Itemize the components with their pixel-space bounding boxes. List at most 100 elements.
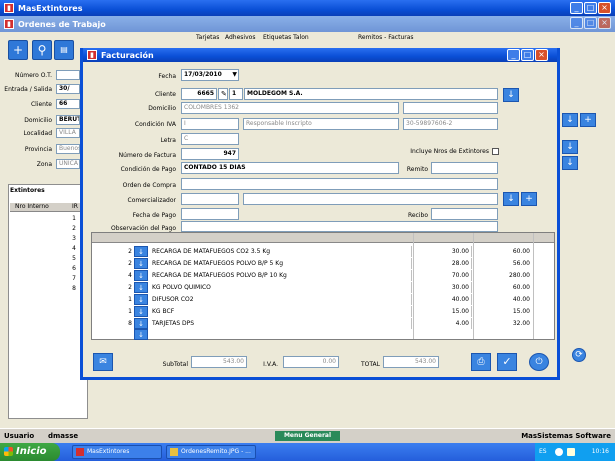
fact-minimize-button[interactable]: _ — [507, 49, 520, 61]
tab-extintores[interactable]: Extintores — [10, 187, 45, 194]
ot-maximize-button[interactable]: □ — [584, 17, 597, 29]
total-field[interactable]: 543.00 — [383, 356, 439, 368]
cliente-nombre-field[interactable]: MOLDEGOM S.A. — [244, 88, 498, 100]
table-row[interactable]: 1 ↓ DIFUSOR CO2 40.00 40.00 — [92, 294, 554, 305]
orden-compra-field[interactable] — [181, 178, 498, 190]
list-item[interactable]: 3 — [10, 235, 76, 243]
numero-factura-field[interactable]: 947 — [181, 148, 239, 160]
tab-tarjetas[interactable]: Tarjetas — [196, 34, 219, 41]
fecha-picker[interactable]: 17/03/2010 ▼ — [181, 69, 239, 81]
table-row[interactable]: ↓ — [92, 329, 554, 340]
ot-minimize-button[interactable]: _ — [570, 17, 583, 29]
search-icon[interactable]: ⚲ — [32, 40, 52, 60]
table-row[interactable]: 2 ↓ KG POLVO QUIMICO 30.00 60.00 — [92, 282, 554, 293]
tab-adhesivos[interactable]: Adhesivos — [225, 34, 255, 41]
list-item[interactable]: 4 — [10, 245, 76, 253]
domicilio-field[interactable]: COLOMBRES 1362 — [181, 102, 399, 114]
cell-tot: 56.00 — [512, 260, 530, 267]
chevron-down-icon[interactable]: ▼ — [232, 70, 237, 80]
incluye-checkbox[interactable] — [492, 148, 499, 155]
table-row[interactable]: 8 ↓ TARJETAS DPS 4.00 32.00 — [92, 318, 554, 329]
exit-icon[interactable]: ⏻ — [529, 353, 549, 371]
list-item[interactable]: 6 — [10, 265, 76, 273]
down-arrow-icon[interactable]: ↓ — [134, 306, 148, 317]
ot-close-button[interactable]: × — [598, 17, 611, 29]
document-icon[interactable]: ▤ — [54, 40, 74, 60]
image-icon — [170, 448, 178, 456]
minimize-button[interactable]: _ — [570, 2, 583, 14]
observacion-field[interactable] — [181, 221, 498, 232]
down-arrow-icon[interactable]: ↓ — [134, 318, 148, 329]
ir-header: IR — [72, 203, 78, 210]
mail-icon[interactable]: ✉ — [93, 353, 113, 371]
down-arrow-icon[interactable]: ↓ — [134, 258, 148, 269]
fact-close-button[interactable]: × — [535, 49, 548, 61]
language-indicator[interactable]: ES — [539, 443, 547, 461]
remito-field[interactable] — [431, 162, 498, 174]
plus-icon[interactable]: + — [580, 113, 596, 127]
cell-tot: 60.00 — [512, 284, 530, 291]
plus-icon[interactable]: + — [521, 192, 537, 206]
down-arrow-icon[interactable]: ↓ — [503, 192, 519, 206]
task-ordenesremito[interactable]: OrdenesRemito.JPG - ... — [166, 445, 256, 459]
down-arrow-icon[interactable]: ↓ — [134, 246, 148, 257]
numero-field[interactable] — [56, 70, 80, 80]
confirm-check-icon[interactable]: ✓ — [497, 353, 517, 371]
list-item[interactable]: 8 — [10, 285, 76, 293]
provincia-field[interactable]: Buenos — [56, 144, 80, 154]
table-row[interactable]: 2 ↓ RECARGA DE MATAFUEGOS POLVO B/P 5 Kg… — [92, 258, 554, 269]
comercializador-name-field[interactable] — [243, 193, 498, 205]
down-arrow-icon[interactable]: ↓ — [562, 156, 578, 170]
network-icon[interactable] — [555, 448, 563, 456]
print-icon[interactable]: ⎙ — [471, 353, 491, 371]
iva-desc-field[interactable]: Responsable Inscripto — [243, 118, 399, 130]
recibo-field[interactable] — [431, 208, 498, 220]
volume-icon[interactable] — [567, 448, 575, 456]
down-arrow-icon[interactable]: ↓ — [134, 329, 148, 340]
edit-icon[interactable]: ✎ — [218, 88, 228, 100]
condicion-pago-field[interactable]: CONTADO 15 DIAS — [181, 162, 399, 174]
tab-etiquetas[interactable]: Etiquetas Talon — [263, 34, 309, 41]
cliente-code-field[interactable]: 6665 — [181, 88, 217, 100]
add-button[interactable]: + — [8, 40, 28, 60]
fecha-pago-field[interactable] — [181, 208, 239, 220]
entrada-field[interactable]: 30/ — [56, 84, 80, 94]
tab-remitos[interactable]: Remitos - Facturas — [358, 34, 414, 41]
refresh-icon[interactable]: ⟳ — [572, 348, 586, 362]
domicilio-extra-field[interactable] — [403, 102, 498, 114]
list-item[interactable]: 5 — [10, 255, 76, 263]
iva-field[interactable]: 0.00 — [283, 356, 339, 368]
company-name: MasSistemas Software — [521, 432, 611, 440]
down-arrow-icon[interactable]: ↓ — [134, 282, 148, 293]
down-arrow-icon[interactable]: ↓ — [134, 270, 148, 281]
down-arrow-icon[interactable]: ↓ — [562, 113, 578, 127]
close-button[interactable]: × — [598, 2, 611, 14]
down-arrow-icon[interactable]: ↓ — [503, 88, 519, 102]
cuit-field[interactable]: 30-59897606-2 — [403, 118, 498, 130]
fact-maximize-button[interactable]: □ — [521, 49, 534, 61]
cliente-field[interactable]: 66 — [56, 99, 80, 109]
cell-desc: RECARGA DE MATAFUEGOS CO2 3.5 Kg — [150, 246, 412, 257]
maximize-button[interactable]: □ — [584, 2, 597, 14]
comercializador-code-field[interactable] — [181, 193, 239, 205]
letra-field[interactable]: C — [181, 133, 239, 145]
subtotal-field[interactable]: 543.00 — [191, 356, 247, 368]
table-row[interactable]: 1 ↓ KG BCF 15.00 15.00 — [92, 306, 554, 317]
task-masextintores[interactable]: MasExtintores — [72, 445, 162, 459]
domicilio-field[interactable]: BERUT — [56, 115, 80, 125]
list-item[interactable]: 1 — [10, 215, 76, 223]
list-item[interactable]: 2 — [10, 225, 76, 233]
iva-code-field[interactable]: I — [181, 118, 239, 130]
menu-general-button[interactable]: Menu General — [275, 431, 340, 441]
down-arrow-icon[interactable]: ↓ — [134, 294, 148, 305]
down-arrow-icon[interactable]: ↓ — [562, 140, 578, 154]
zona-field[interactable]: UNICA — [56, 159, 80, 169]
start-button[interactable]: Inicio — [0, 443, 60, 461]
cell-pu: 30.00 — [414, 246, 472, 257]
table-row[interactable]: 2 ↓ RECARGA DE MATAFUEGOS CO2 3.5 Kg 30.… — [92, 246, 554, 257]
cliente-suc-field[interactable]: 1 — [229, 88, 243, 100]
table-row[interactable]: 4 ↓ RECARGA DE MATAFUEGOS POLVO B/P 10 K… — [92, 270, 554, 281]
localidad-field[interactable]: VILLA — [56, 128, 80, 138]
cell-pu: 4.00 — [414, 318, 472, 329]
list-item[interactable]: 7 — [10, 275, 76, 283]
